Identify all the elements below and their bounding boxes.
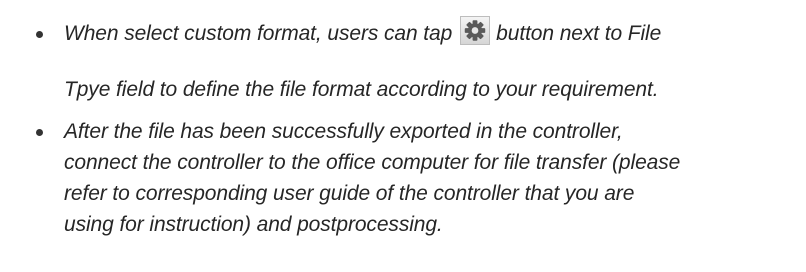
bullet-2-line-1: After the file has been successfully exp… [64,120,623,143]
bullet-1-text-b: button next to File [496,22,662,45]
gear-icon [460,15,491,45]
bullet-dot [36,31,43,38]
bullet-1-line-2: Tpye field to define the file format acc… [64,78,659,101]
bullet-1-line-1: When select custom format, users can tap [64,15,662,46]
bullet-2-line-3: refer to corresponding user guide of the… [64,182,635,205]
document-page: When select custom format, users can tap [0,0,806,272]
bullet-2-line-2: connect the controller to the office com… [64,151,681,174]
bullet-1-text-a: When select custom format, users can tap [64,22,453,45]
bullet-2-line-4: using for instruction) and postprocessin… [64,213,443,236]
bullet-dot [36,129,43,136]
